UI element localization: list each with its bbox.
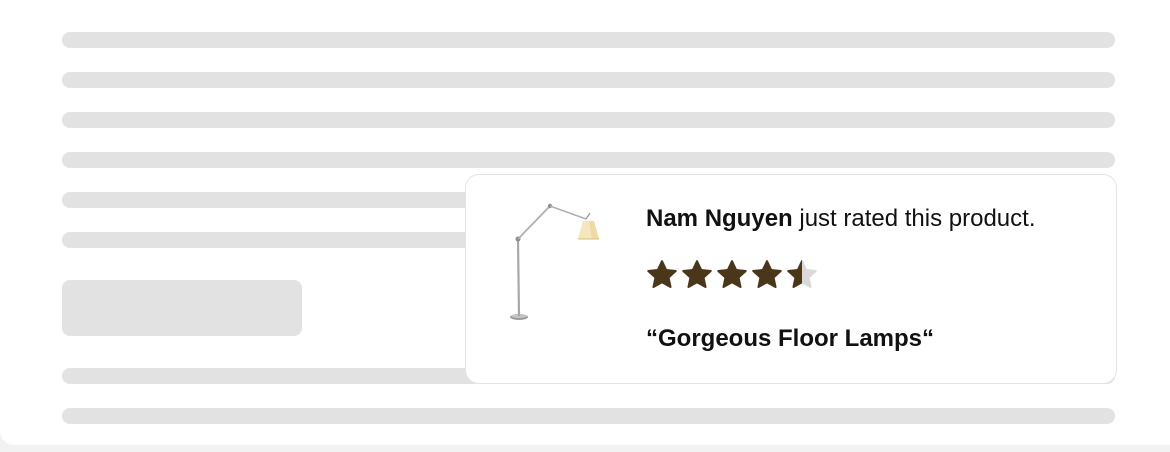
star-icon: [787, 260, 817, 288]
rating-notification-card[interactable]: Nam Nguyen just rated this product. “Gor…: [465, 174, 1117, 384]
skeleton-line: [62, 32, 1115, 48]
skeleton-line: [62, 112, 1115, 128]
reviewer-name: Nam Nguyen: [646, 205, 793, 232]
skeleton-line: [62, 152, 1115, 168]
skeleton-line: [62, 408, 1115, 424]
star-rating: [646, 259, 818, 291]
floor-lamp-product-image: [510, 203, 599, 320]
skeleton-line: [62, 72, 1115, 88]
action-text: just rated this product.: [792, 205, 1036, 232]
star-icon: [682, 260, 712, 288]
notification-headline: Nam Nguyen just rated this product.: [646, 205, 1036, 233]
page-background: Nam Nguyen just rated this product. “Gor…: [0, 0, 1170, 445]
review-title: “Gorgeous Floor Lamps“: [646, 325, 935, 352]
star-icon: [717, 260, 747, 288]
star-icon: [647, 260, 677, 288]
star-icon: [752, 260, 782, 288]
skeleton-button: [62, 280, 302, 336]
